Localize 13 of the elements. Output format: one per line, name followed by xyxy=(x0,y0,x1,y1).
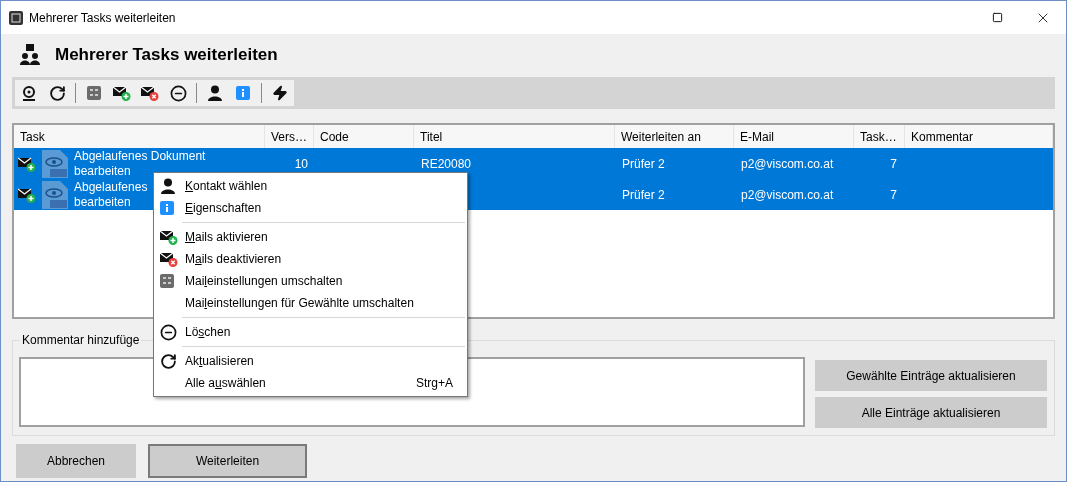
dialog-heading: Mehrerer Tasks weiterleiten xyxy=(55,44,278,67)
table-cell-text: 10 xyxy=(294,155,308,173)
table-cell-text: p2@viscom.co.at xyxy=(741,186,834,204)
table-cell-text: 7 xyxy=(890,155,897,173)
group-legend: Kommentar hinzufüge xyxy=(20,333,142,348)
table-cell-text: Prüfer 2 xyxy=(622,155,665,173)
table-cell-text: RE20080 xyxy=(421,155,472,173)
table-cell-text: p2@viscom.co.at xyxy=(741,155,834,173)
table-cell-text: 7 xyxy=(890,186,897,204)
task-name: Abgelaufenes bearbeiten xyxy=(74,179,148,210)
task-name: Abgelaufenes Dokument bearbeiten xyxy=(74,148,206,179)
table-cell-text: Prüfer 2 xyxy=(622,186,665,204)
window-title: Mehrerer Tasks weiterleiten xyxy=(29,9,176,27)
